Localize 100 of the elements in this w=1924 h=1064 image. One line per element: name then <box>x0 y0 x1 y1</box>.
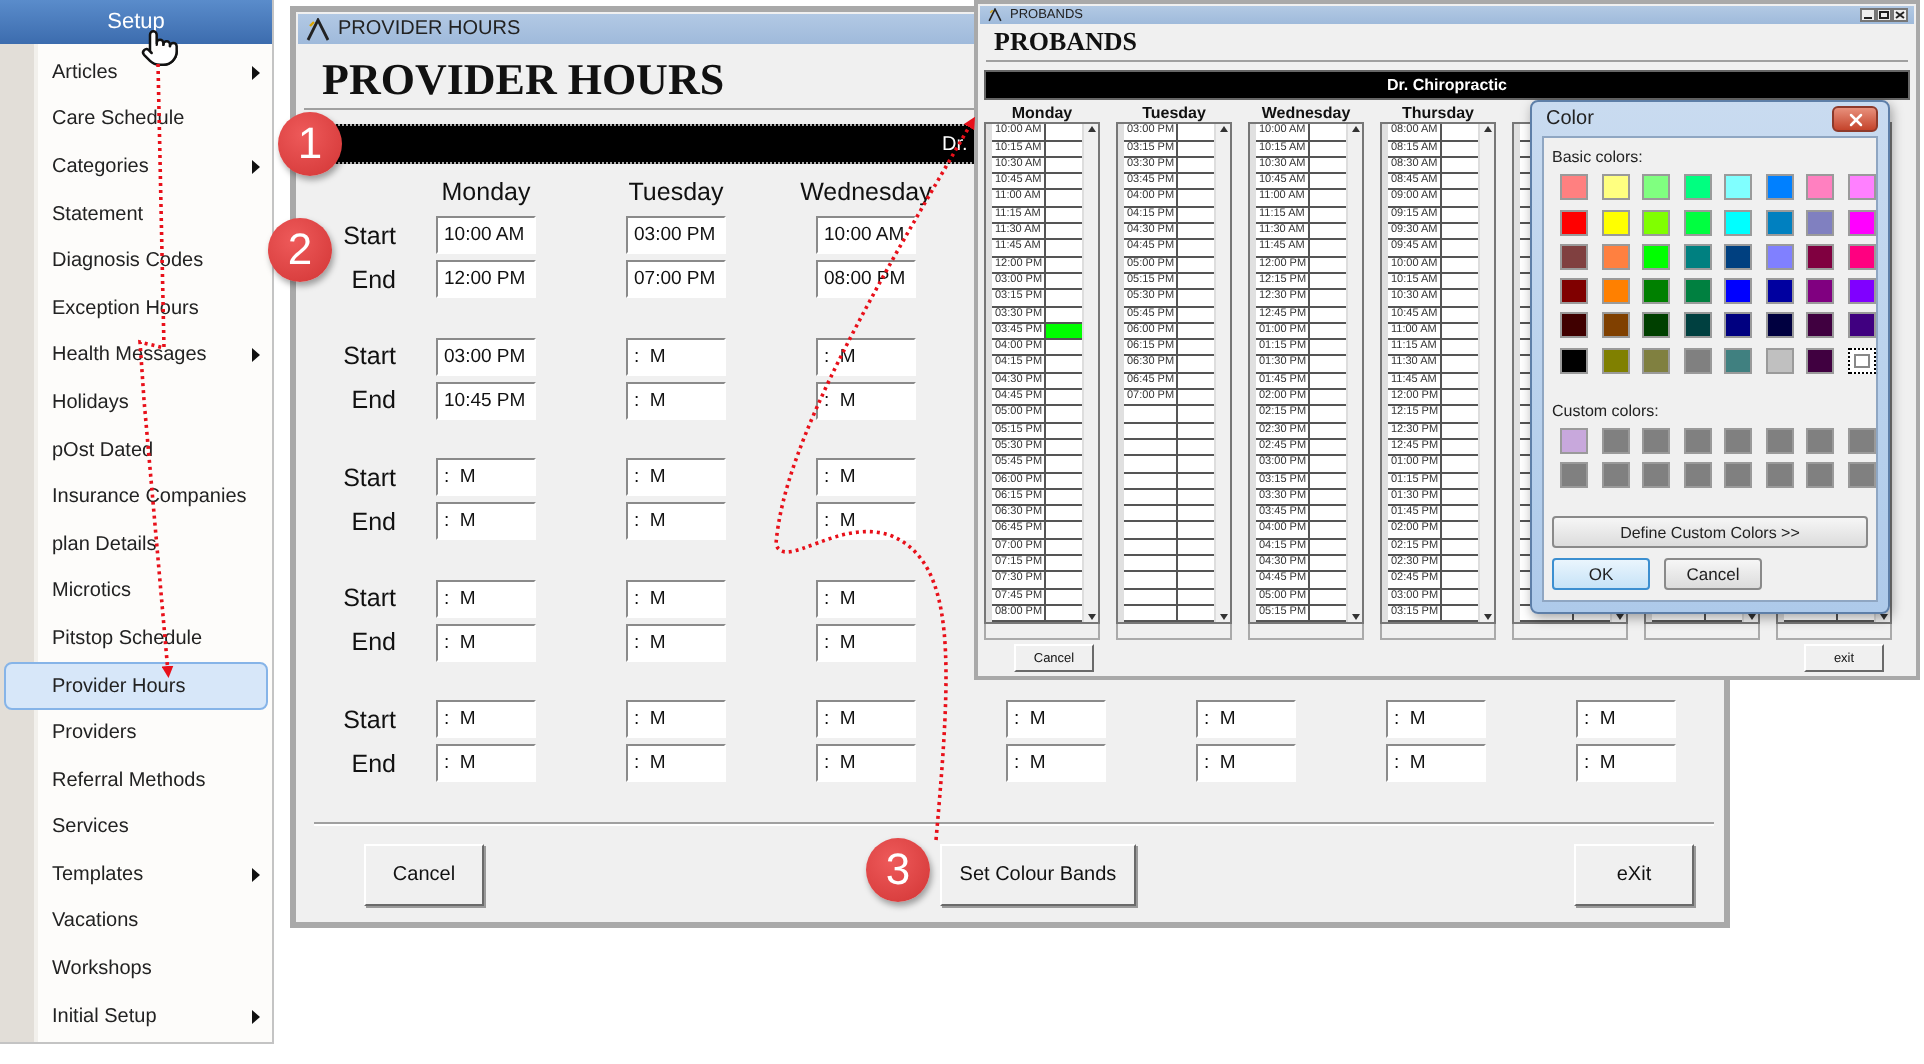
color-swatch[interactable] <box>1765 427 1793 454</box>
color-swatch[interactable] <box>1642 347 1670 374</box>
menu-item[interactable]: Care Schedule <box>4 96 268 144</box>
end-time-field[interactable]: 12:00 PM <box>436 260 536 299</box>
horizontal-scrollbar[interactable] <box>1776 624 1892 641</box>
color-swatch[interactable] <box>1642 174 1670 201</box>
start-time-field[interactable]: : M <box>436 700 536 739</box>
end-time-field[interactable]: : M <box>1386 744 1486 783</box>
menu-item[interactable]: Statement <box>4 190 268 238</box>
start-time-field[interactable]: : M <box>626 458 726 497</box>
color-swatch[interactable] <box>1806 209 1834 236</box>
horizontal-scrollbar[interactable] <box>1380 624 1496 641</box>
color-swatch[interactable] <box>1683 462 1711 488</box>
menu-item[interactable]: pOst Dated <box>4 426 268 474</box>
color-swatch[interactable] <box>1724 174 1752 201</box>
color-swatch[interactable] <box>1560 312 1588 339</box>
start-time-field[interactable]: : M <box>436 458 536 497</box>
start-time-field[interactable]: 03:00 PM <box>436 337 536 376</box>
end-time-field[interactable]: 08:00 PM <box>816 260 916 299</box>
color-swatch[interactable] <box>1806 278 1834 305</box>
color-swatch[interactable] <box>1847 174 1875 201</box>
menu-title[interactable]: Setup <box>0 0 272 44</box>
color-swatch[interactable] <box>1806 427 1834 454</box>
ok-button[interactable]: OK <box>1552 558 1650 590</box>
menu-item[interactable]: Providers <box>4 709 268 757</box>
color-swatch[interactable] <box>1724 427 1752 454</box>
color-swatch[interactable] <box>1847 209 1875 236</box>
menu-item[interactable]: Articles <box>4 49 268 97</box>
end-time-field[interactable]: 07:00 PM <box>626 260 726 299</box>
color-swatch[interactable] <box>1847 427 1875 454</box>
color-swatch[interactable] <box>1601 174 1629 201</box>
color-swatch[interactable] <box>1765 243 1793 270</box>
horizontal-scrollbar[interactable] <box>1644 624 1760 641</box>
menu-item[interactable]: Initial Setup <box>4 992 268 1040</box>
start-time-field[interactable]: : M <box>816 579 916 618</box>
color-swatch[interactable] <box>1683 174 1711 201</box>
menu-item[interactable]: Diagnosis Codes <box>4 237 268 285</box>
color-swatch[interactable] <box>1560 427 1588 454</box>
start-time-field[interactable]: : M <box>1386 700 1486 739</box>
window-controls-icon[interactable] <box>1860 8 1908 22</box>
end-time-field[interactable]: : M <box>1196 744 1296 783</box>
color-swatch[interactable] <box>1642 243 1670 270</box>
color-swatch[interactable] <box>1560 462 1588 488</box>
color-swatch[interactable] <box>1601 462 1629 488</box>
color-swatch[interactable] <box>1806 312 1834 339</box>
end-time-field[interactable]: : M <box>436 744 536 783</box>
scrollbar[interactable] <box>1214 124 1230 623</box>
cancel-button[interactable]: Cancel <box>364 844 484 907</box>
color-swatch[interactable] <box>1642 462 1670 488</box>
scrollbar[interactable] <box>1082 124 1098 623</box>
end-time-field[interactable]: : M <box>816 623 916 662</box>
color-swatch[interactable] <box>1560 209 1588 236</box>
color-swatch[interactable] <box>1724 243 1752 270</box>
end-time-field[interactable]: : M <box>1006 744 1106 783</box>
color-swatch[interactable] <box>1847 243 1875 270</box>
color-swatch[interactable] <box>1724 347 1752 374</box>
exit-button[interactable]: eXit <box>1574 844 1694 907</box>
horizontal-scrollbar[interactable] <box>1116 624 1232 641</box>
set-colour-bands-button[interactable]: Set Colour Bands <box>940 844 1136 907</box>
color-swatch[interactable] <box>1847 278 1875 305</box>
start-time-field[interactable]: : M <box>626 337 726 376</box>
end-time-field[interactable]: : M <box>816 381 916 420</box>
start-time-field[interactable]: : M <box>1576 700 1676 739</box>
menu-item[interactable]: Insurance Companies <box>4 473 268 521</box>
menu-item[interactable]: Categories <box>4 143 268 191</box>
start-time-field[interactable]: 10:00 AM <box>816 216 916 255</box>
end-time-field[interactable]: : M <box>626 623 726 662</box>
color-swatch[interactable] <box>1765 209 1793 236</box>
color-swatch[interactable] <box>1601 312 1629 339</box>
start-time-field[interactable]: 10:00 AM <box>436 216 536 255</box>
color-swatch[interactable] <box>1642 278 1670 305</box>
color-swatch[interactable] <box>1724 462 1752 488</box>
scrollbar[interactable] <box>1478 124 1494 623</box>
color-swatch[interactable] <box>1560 347 1588 374</box>
menu-item[interactable]: Holidays <box>4 379 268 427</box>
color-swatch[interactable] <box>1724 278 1752 305</box>
end-time-field[interactable]: : M <box>626 381 726 420</box>
color-swatch[interactable] <box>1683 427 1711 454</box>
color-swatch[interactable] <box>1806 347 1834 374</box>
color-swatch[interactable] <box>1724 209 1752 236</box>
color-swatch[interactable] <box>1765 278 1793 305</box>
end-time-field[interactable]: : M <box>816 502 916 541</box>
color-swatch[interactable] <box>1806 462 1834 488</box>
define-custom-colors-button[interactable]: Define Custom Colors >> <box>1552 516 1868 548</box>
start-time-field[interactable]: : M <box>436 579 536 618</box>
color-swatch[interactable] <box>1765 347 1793 374</box>
scrollbar[interactable] <box>1346 124 1362 623</box>
scroll-up-icon[interactable] <box>1219 126 1227 133</box>
color-swatch[interactable] <box>1601 243 1629 270</box>
scroll-up-icon[interactable] <box>1087 126 1095 133</box>
color-swatch[interactable] <box>1642 312 1670 339</box>
menu-item[interactable]: Vacations <box>4 898 268 946</box>
color-swatch[interactable] <box>1642 427 1670 454</box>
color-swatch[interactable] <box>1765 462 1793 488</box>
start-time-field[interactable]: : M <box>626 579 726 618</box>
color-swatch[interactable] <box>1847 462 1875 488</box>
horizontal-scrollbar[interactable] <box>1512 624 1628 641</box>
color-swatch[interactable] <box>1683 243 1711 270</box>
color-swatch[interactable] <box>1683 312 1711 339</box>
horizontal-scrollbar[interactable] <box>984 624 1100 641</box>
